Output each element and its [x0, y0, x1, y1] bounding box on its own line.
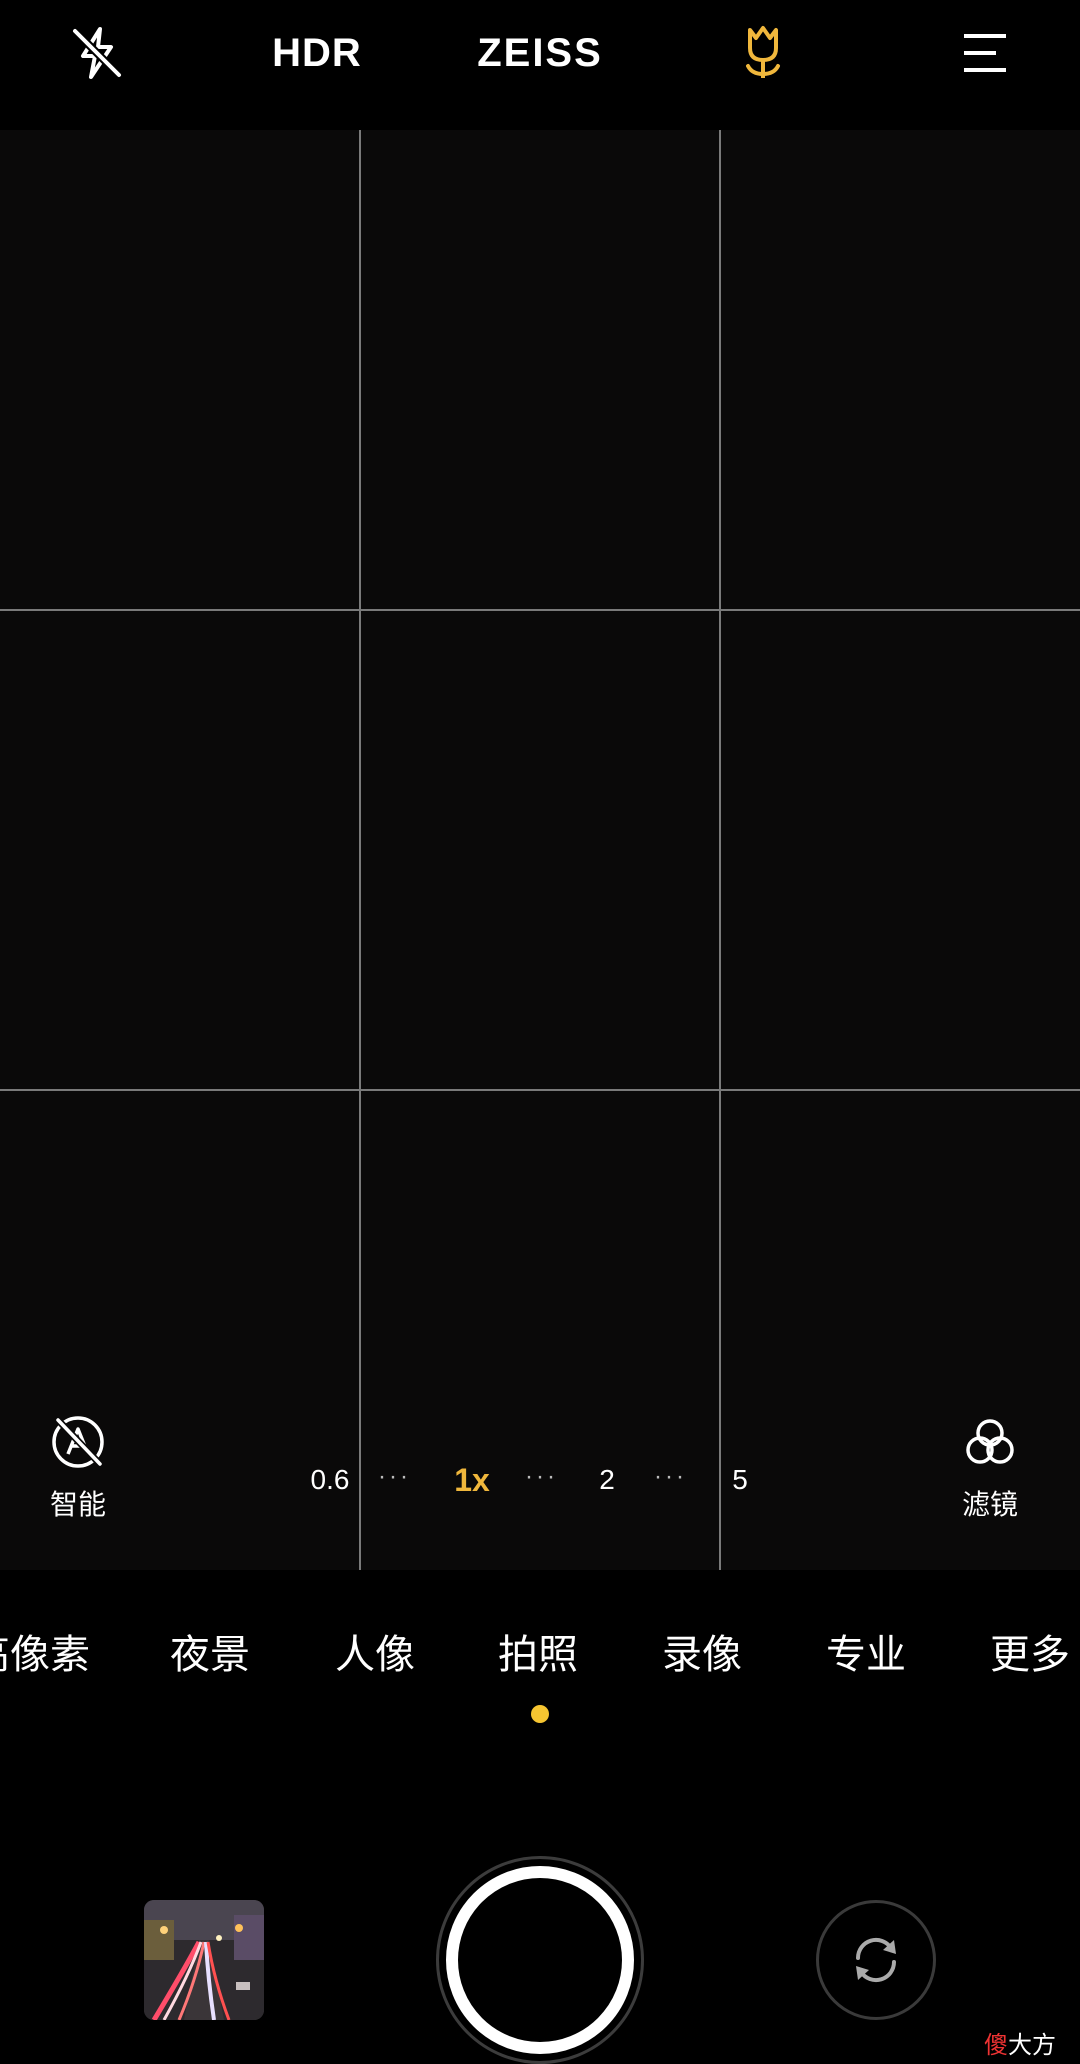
watermark-first-char: 傻 — [984, 2032, 1008, 2059]
camera-viewfinder[interactable] — [0, 130, 1080, 1570]
watermark-rest: 大方 — [1008, 2032, 1056, 2059]
watermark-text: 傻大方 — [984, 2025, 1056, 2060]
mode-photo[interactable]: 拍照 — [498, 1620, 578, 1690]
ai-off-icon — [52, 1416, 104, 1468]
filter-button[interactable]: 滤镜 — [940, 1412, 1040, 1523]
mode-video[interactable]: 录像 — [662, 1620, 742, 1690]
zoom-selector: 0.6 ··· 1x ··· 2 ··· 5 — [300, 1455, 780, 1505]
grid-line-vertical-1 — [359, 130, 361, 1570]
camera-mode-strip: 高像素 夜景 人像 拍照 录像 专业 更多 — [0, 1620, 1080, 1690]
tulip-macro-icon[interactable] — [728, 20, 798, 86]
zoom-level-0.6[interactable]: 0.6 — [300, 1455, 360, 1505]
mode-high-pixel[interactable]: 高像素 — [0, 1620, 90, 1690]
grid-line-horizontal-1 — [0, 609, 1080, 611]
filter-icon — [966, 1419, 1014, 1464]
hdr-toggle[interactable]: HDR — [262, 20, 372, 86]
selected-mode-indicator — [531, 1705, 549, 1723]
hamburger-menu-icon[interactable] — [950, 20, 1020, 86]
grid-line-vertical-2 — [719, 130, 721, 1570]
mode-more[interactable]: 更多 — [990, 1620, 1070, 1690]
smart-label: 智能 — [49, 1489, 106, 1520]
shutter-button[interactable] — [446, 1866, 634, 2054]
zoom-level-1x[interactable]: 1x — [442, 1455, 502, 1505]
grid-line-horizontal-2 — [0, 1089, 1080, 1091]
zoom-level-2[interactable]: 2 — [587, 1455, 627, 1505]
mode-night[interactable]: 夜景 — [170, 1620, 250, 1690]
flash-off-icon[interactable] — [62, 20, 132, 86]
zoom-separator: ··· — [525, 1463, 558, 1490]
gallery-thumbnail[interactable] — [144, 1900, 264, 2020]
mode-portrait[interactable]: 人像 — [335, 1620, 415, 1690]
top-bar: HDR ZEISS — [0, 0, 1080, 130]
smart-ai-button[interactable]: 智能 — [28, 1412, 128, 1523]
camera-switch-button[interactable] — [816, 1900, 936, 2020]
filter-label: 滤镜 — [961, 1489, 1018, 1520]
zoom-separator: ··· — [654, 1463, 687, 1490]
zeiss-mode-button[interactable]: ZEISS — [470, 20, 610, 86]
zoom-level-5[interactable]: 5 — [720, 1455, 760, 1505]
mode-pro[interactable]: 专业 — [826, 1620, 906, 1690]
camera-switch-icon — [855, 1937, 897, 1983]
zoom-separator: ··· — [378, 1463, 411, 1490]
night-street-thumbnail-image — [144, 1900, 264, 2020]
